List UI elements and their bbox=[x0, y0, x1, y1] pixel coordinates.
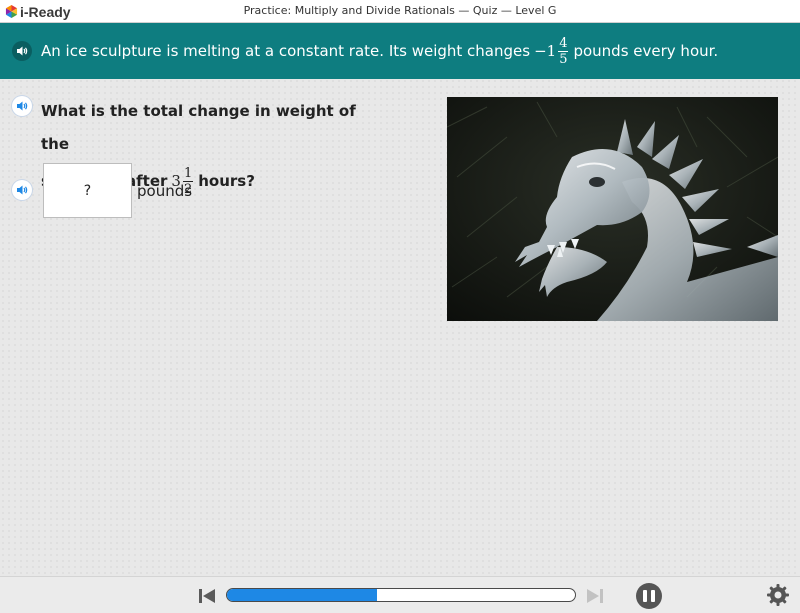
prompt-speaker-icon[interactable] bbox=[12, 41, 32, 61]
question-fraction-numerator: 1 bbox=[182, 165, 194, 182]
skip-back-icon[interactable] bbox=[197, 586, 217, 606]
bottom-bar bbox=[0, 576, 800, 613]
prompt-value-whole: −1 bbox=[534, 42, 557, 60]
prompt-fraction-denominator: 5 bbox=[559, 51, 568, 67]
progress-fill bbox=[227, 589, 377, 601]
prompt-text-before: An ice sculpture is melting at a constan… bbox=[41, 42, 531, 60]
prompt-text-after: pounds every hour. bbox=[573, 42, 719, 60]
question-line2-after: hours? bbox=[198, 171, 255, 190]
prompt-fraction-numerator: 4 bbox=[558, 35, 569, 52]
progress-bar bbox=[226, 588, 576, 602]
question-speaker-icon[interactable] bbox=[12, 96, 32, 116]
answer-speaker-icon[interactable] bbox=[12, 180, 32, 200]
answer-unit-label: pounds bbox=[137, 182, 193, 200]
window-title: Practice: Multiply and Divide Rationals … bbox=[243, 4, 557, 17]
prompt-fraction: 4 5 bbox=[558, 35, 569, 67]
question-line1: What is the total change in weight of th… bbox=[41, 102, 356, 153]
ice-sculpture-image bbox=[447, 97, 778, 321]
gear-icon[interactable] bbox=[766, 583, 790, 607]
prompt-text: An ice sculpture is melting at a constan… bbox=[41, 36, 718, 67]
prompt-banner: An ice sculpture is melting at a constan… bbox=[0, 23, 800, 79]
answer-input[interactable]: ? bbox=[43, 163, 132, 218]
top-bar: i-Ready Practice: Multiply and Divide Ra… bbox=[0, 0, 800, 23]
pause-button[interactable] bbox=[636, 583, 662, 609]
skip-forward-icon[interactable] bbox=[585, 586, 605, 606]
pause-icon-bar bbox=[651, 590, 655, 602]
pause-icon-bar bbox=[643, 590, 647, 602]
